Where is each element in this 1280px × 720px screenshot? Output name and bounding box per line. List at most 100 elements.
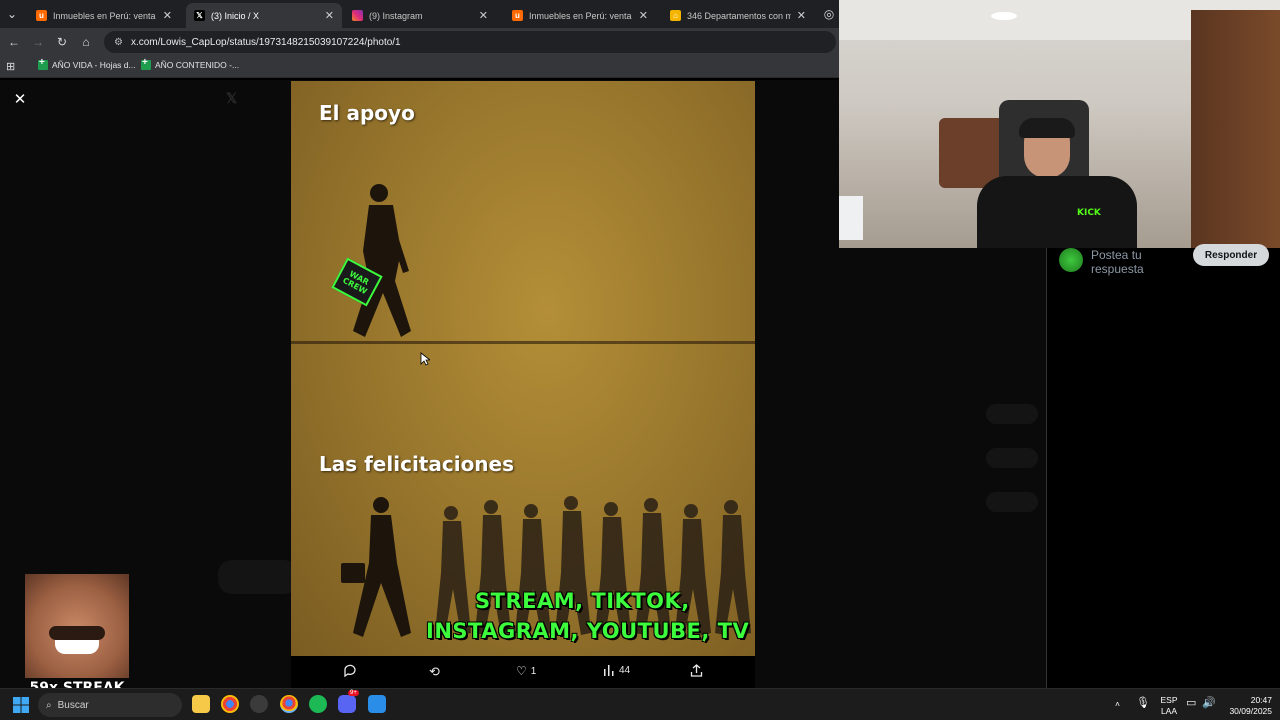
kick-logo-icon: KICK [1077, 208, 1101, 218]
bookmark-label: AÑO CONTENIDO -... [155, 60, 240, 70]
like-count: 1 [530, 665, 537, 677]
caption-el-apoyo: El apoyo [319, 101, 415, 125]
chrome-active-icon[interactable] [280, 695, 298, 713]
close-tab-icon[interactable]: ✕ [479, 9, 488, 22]
microphone-icon[interactable]: 🎙 [1136, 698, 1150, 709]
bookmark-ano-vida[interactable]: AÑO VIDA - Hojas d... [38, 57, 136, 70]
bookmark-label: AÑO VIDA - Hojas d... [52, 60, 136, 70]
x-logo-icon: 𝕏 [194, 10, 205, 21]
reply-button[interactable] [343, 664, 361, 678]
lang-line-2: LAA [1160, 706, 1178, 716]
url-text: x.com/Lowis_CapLop/status/19731482150391… [130, 36, 401, 48]
close-tab-icon[interactable]: ✕ [325, 9, 334, 22]
chrome-icon[interactable] [221, 695, 239, 713]
close-photo-icon[interactable]: ✕ [12, 92, 28, 108]
share-button[interactable] [690, 664, 703, 677]
post-action-bar: ⟲ ♡ 1 44 [291, 656, 755, 688]
tab-departamentos[interactable]: ⌂ 346 Departamentos con más d ✕ [662, 3, 814, 28]
follow-button-ghost [986, 404, 1038, 424]
date-text: 30/09/2025 [1229, 706, 1272, 716]
search-placeholder: Buscar [57, 699, 89, 711]
close-tab-icon[interactable]: ✕ [163, 9, 172, 22]
streamer-hair [1019, 118, 1075, 138]
tab-instagram[interactable]: (9) Instagram ✕ [344, 3, 496, 28]
sheets-icon [141, 57, 151, 70]
tab-x-inicio[interactable]: 𝕏 (3) Inicio / X ✕ [186, 3, 342, 28]
x-logo-icon: 𝕏 [226, 90, 238, 106]
avatar [1059, 248, 1083, 272]
lang-line-1: ESP [1160, 695, 1178, 705]
app-icon[interactable] [250, 695, 268, 713]
discord-icon[interactable]: 9+ [338, 690, 359, 713]
views-count: 44 [619, 664, 631, 676]
extension-icon[interactable]: ◎ [821, 6, 837, 22]
share-icon [690, 664, 703, 677]
streak-meme-image [25, 574, 129, 678]
network-icon[interactable]: ▭ [1186, 698, 1196, 709]
follow-button-ghost [986, 448, 1038, 468]
follow-button-ghost [986, 492, 1038, 512]
repost-button[interactable]: ⟲ [429, 664, 444, 680]
caption-las-felicitaciones: Las felicitaciones [319, 452, 515, 476]
time-text: 20:47 [1250, 695, 1272, 705]
overlay-line-1: STREAM, TIKTOK, [475, 589, 690, 613]
browser-tab-strip: ⌄ u Inmuebles en Perú: venta y alq ✕ 𝕏 (… [0, 0, 840, 28]
address-bar[interactable]: ⚙ x.com/Lowis_CapLop/status/197314821503… [104, 31, 836, 53]
ceiling-light [991, 12, 1017, 20]
tab-title: 346 Departamentos con más d [687, 10, 791, 21]
home-icon[interactable]: ⌂ [78, 34, 94, 50]
reply-input[interactable]: Postea tu respuesta [1091, 248, 1171, 276]
notification-badge: 9+ [348, 690, 359, 696]
like-button[interactable]: ♡ 1 [516, 664, 536, 678]
notepad-icon[interactable] [368, 695, 386, 713]
tab-inmuebles-2[interactable]: u Inmuebles en Perú: venta y alq ✕ [504, 3, 656, 28]
tab-inmuebles-1[interactable]: u Inmuebles en Perú: venta y alq ✕ [28, 3, 180, 28]
reply-button[interactable]: Responder [1193, 244, 1269, 266]
wooden-door [1191, 10, 1280, 248]
back-arrow-icon[interactable]: ← [6, 34, 22, 50]
streamer-jacket [977, 176, 1137, 248]
mustache [49, 626, 105, 640]
file-explorer-icon[interactable] [192, 695, 210, 713]
site-info-icon[interactable]: ⚙ [114, 37, 123, 48]
reply-icon [344, 664, 356, 678]
horizon-line [291, 341, 755, 344]
overlay-line-2: INSTAGRAM, YOUTUBE, TV [426, 619, 750, 643]
reply-composer: Postea tu respuesta Responder [1057, 244, 1277, 284]
windows-taskbar: ⌕ Buscar 9+ ˄ 🎙 ESP LAA ▭ 🔊 20:47 30/09/… [0, 688, 1280, 720]
mouse-cursor-icon [420, 352, 430, 366]
bookmarks-bar: ⊞ AÑO VIDA - Hojas d... AÑO CONTENIDO -.… [0, 56, 840, 78]
bookmark-ano-contenido[interactable]: AÑO CONTENIDO -... [141, 57, 240, 70]
heart-icon: ♡ [516, 664, 527, 678]
sheets-icon [38, 57, 48, 70]
desk-item [839, 196, 863, 240]
close-tab-icon[interactable]: ✕ [639, 9, 648, 22]
webcam-overlay: KICK [839, 0, 1280, 248]
windows-start-icon[interactable] [13, 697, 29, 713]
apps-grid-icon[interactable]: ⊞ [6, 60, 15, 73]
taskbar-search[interactable]: ⌕ Buscar [38, 693, 182, 717]
teeth [55, 640, 99, 654]
bar-chart-icon [604, 665, 614, 676]
urbania-icon: u [36, 10, 47, 21]
close-tab-icon[interactable]: ✕ [797, 9, 806, 22]
post-photo[interactable]: El apoyo WAR CREW Las felicitaciones STR… [291, 81, 755, 656]
search-icon: ⌕ [46, 699, 52, 711]
tab-search-chevron-icon[interactable]: ⌄ [4, 6, 20, 22]
repost-icon: ⟲ [429, 664, 440, 679]
spotify-icon[interactable] [309, 695, 327, 713]
volume-icon[interactable]: 🔊 [1202, 698, 1216, 709]
views-button[interactable]: 44 [603, 664, 630, 676]
language-indicator[interactable]: ESP LAA [1160, 695, 1178, 717]
reload-icon[interactable]: ↻ [54, 34, 70, 50]
streak-widget: 59x STREAK [25, 574, 129, 696]
tab-title: (3) Inicio / X [211, 10, 260, 21]
clock[interactable]: 20:47 30/09/2025 [1220, 695, 1272, 717]
reply-panel: Postea tu respuesta Responder [1046, 244, 1280, 688]
post-button-ghost [218, 560, 298, 594]
home-icon: ⌂ [670, 10, 681, 21]
tab-title: Inmuebles en Perú: venta y alq [53, 10, 157, 21]
urbania-icon: u [512, 10, 523, 21]
chevron-up-icon[interactable]: ˄ [1115, 699, 1120, 710]
forward-arrow-icon[interactable]: → [30, 34, 46, 50]
